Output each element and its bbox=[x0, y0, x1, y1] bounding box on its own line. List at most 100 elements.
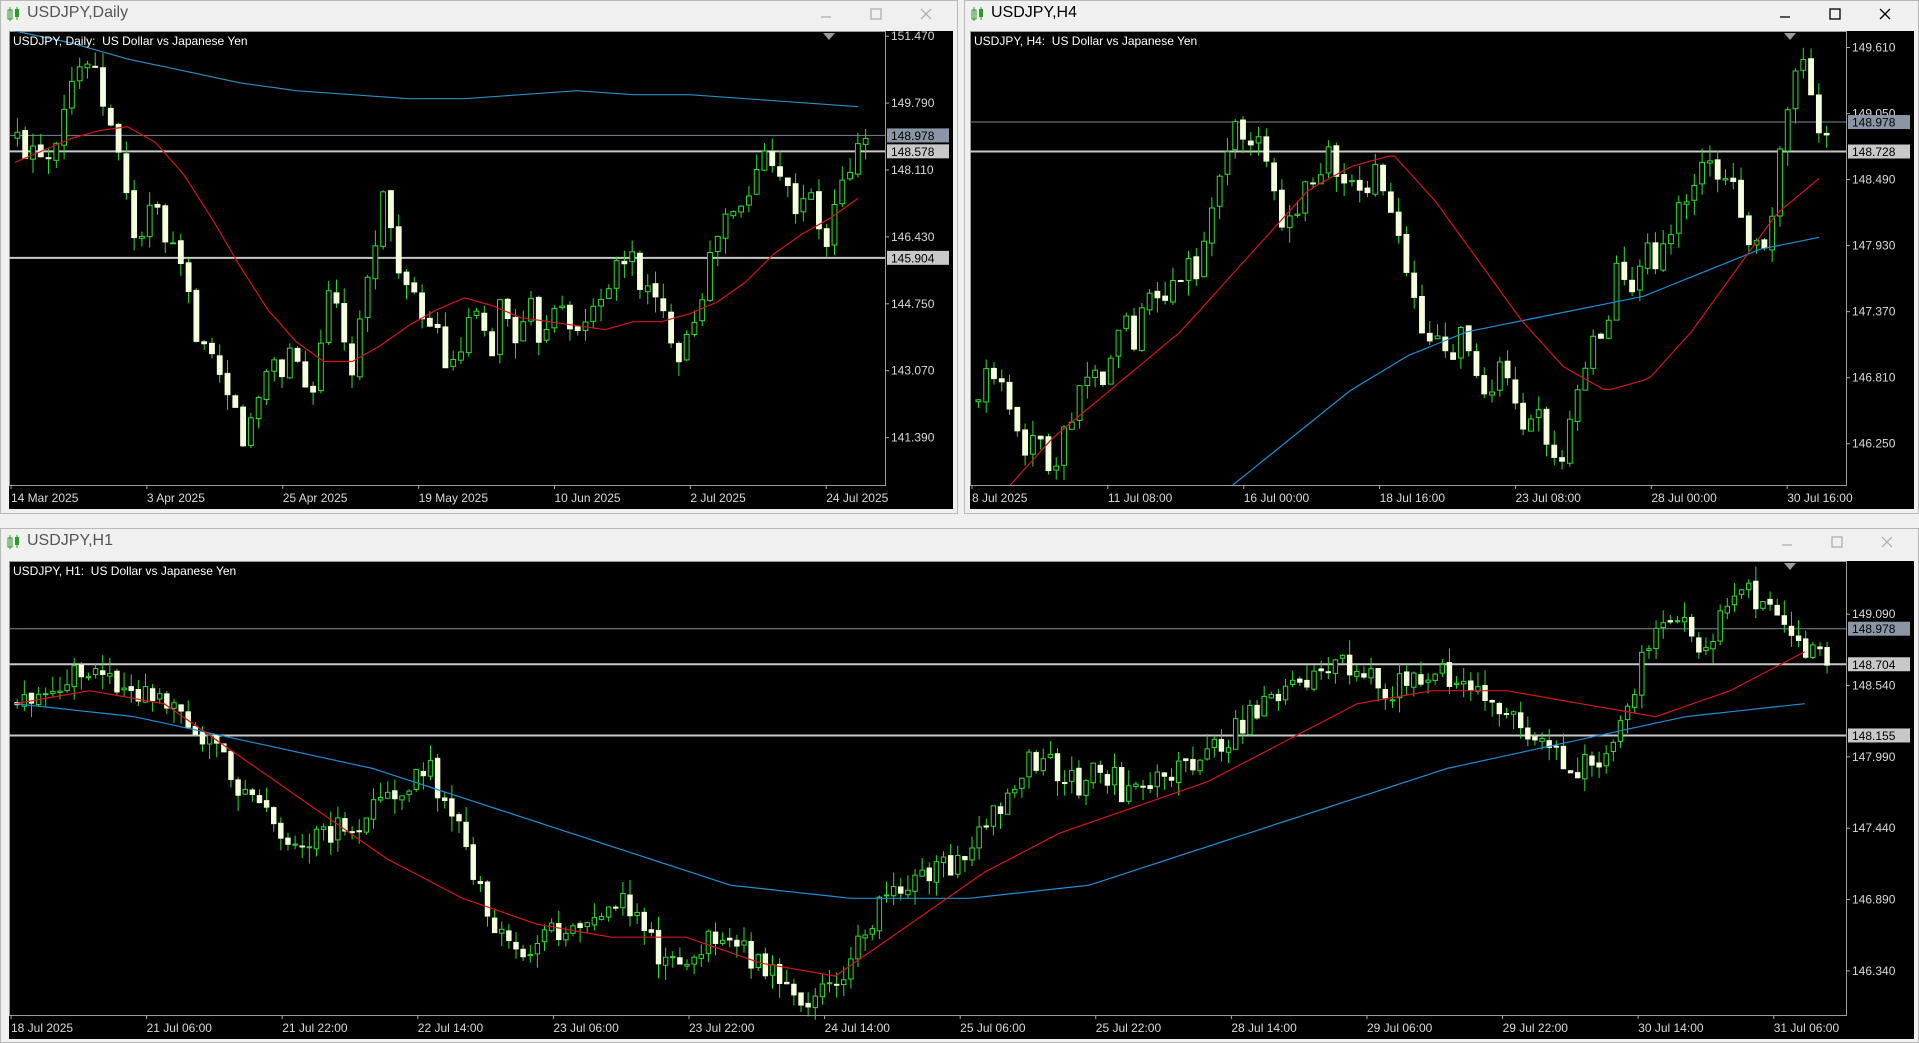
window-titlebar[interactable]: USDJPY,Daily bbox=[1, 1, 957, 27]
candle-body bbox=[1489, 391, 1495, 396]
candle-body bbox=[162, 205, 169, 243]
minimize-icon[interactable] bbox=[1777, 533, 1797, 551]
maximize-icon[interactable] bbox=[866, 5, 886, 23]
window-title: USDJPY,Daily bbox=[27, 4, 129, 21]
time-tick-label: 19 May 2025 bbox=[419, 491, 489, 505]
price-tick-label: 146.890 bbox=[1852, 893, 1896, 907]
candle-body bbox=[1126, 785, 1132, 802]
candle-body bbox=[302, 361, 309, 388]
candle-body bbox=[719, 939, 726, 944]
candle-body bbox=[675, 342, 682, 363]
candle-body bbox=[1092, 369, 1099, 378]
candle-body bbox=[1218, 739, 1225, 752]
time-tick-label: 23 Jul 08:00 bbox=[1515, 491, 1581, 505]
candle-body bbox=[1255, 136, 1262, 144]
window-title: USDJPY,H4 bbox=[991, 4, 1077, 21]
price-tick-label: 151.470 bbox=[891, 31, 935, 43]
candle-body bbox=[1356, 179, 1363, 191]
minimize-icon[interactable] bbox=[816, 5, 836, 23]
candle-body bbox=[1432, 673, 1438, 681]
candle-body bbox=[1802, 638, 1809, 658]
time-tick-label: 18 Jul 2025 bbox=[11, 1021, 73, 1035]
candle-body bbox=[584, 922, 590, 928]
candle-body bbox=[714, 235, 721, 252]
candle-body bbox=[1543, 408, 1550, 445]
candle-body bbox=[598, 916, 605, 920]
maximize-icon[interactable] bbox=[1827, 533, 1847, 551]
candle-body bbox=[1332, 659, 1339, 674]
chart-symbol-label: USDJPY, Daily: US Dollar vs Japanese Yen bbox=[13, 34, 248, 48]
candle-body bbox=[933, 861, 940, 883]
price-chart[interactable]: 149.090 148.540 147.990 147.440 146.890 146.3… bbox=[9, 561, 1914, 1039]
candle-body bbox=[605, 288, 612, 299]
price-tick-label: 144.750 bbox=[891, 297, 935, 311]
candle-body bbox=[1539, 738, 1545, 742]
candle-body bbox=[559, 305, 566, 309]
price-tag-label: 148.978 bbox=[1852, 622, 1896, 636]
window-titlebar[interactable]: USDJPY,H4 bbox=[965, 1, 1918, 27]
candle-body bbox=[84, 63, 91, 69]
maximize-icon[interactable] bbox=[1825, 5, 1845, 23]
candle-body bbox=[403, 271, 410, 286]
candle-body bbox=[1311, 670, 1317, 690]
candle-body bbox=[919, 869, 925, 877]
candle-body bbox=[798, 992, 804, 1006]
window-titlebar[interactable]: USDJPY,H1 bbox=[1, 529, 1918, 555]
candle-body bbox=[1162, 295, 1169, 301]
candle-body bbox=[634, 911, 640, 917]
candle-body bbox=[1339, 654, 1346, 659]
chart-window-h1[interactable]: USDJPY,H1 149.090 148.540 147.990 147.440 14… bbox=[0, 528, 1919, 1043]
candle-body bbox=[78, 664, 85, 678]
candle-body bbox=[1190, 759, 1196, 771]
candle-body bbox=[1808, 58, 1814, 96]
minimize-icon[interactable] bbox=[1775, 5, 1795, 23]
candle-body bbox=[228, 750, 234, 781]
candle-body bbox=[249, 789, 256, 795]
candle-body bbox=[648, 929, 655, 933]
candle-body bbox=[292, 843, 298, 846]
candle-body bbox=[883, 894, 890, 897]
candle-body bbox=[1703, 647, 1709, 651]
price-tick-label: 141.390 bbox=[891, 431, 935, 445]
candle-body bbox=[613, 260, 620, 289]
candle-body bbox=[349, 343, 355, 376]
price-chart[interactable]: 151.470 149.790 148.110 146.430 144.750 143.0… bbox=[9, 31, 953, 509]
candle-body bbox=[543, 328, 550, 341]
candle-body bbox=[1177, 279, 1184, 282]
candle-body bbox=[1674, 620, 1681, 623]
candle-body bbox=[1699, 161, 1706, 185]
candle-body bbox=[1232, 121, 1239, 151]
candle-body bbox=[406, 790, 412, 796]
candle-body bbox=[969, 847, 975, 861]
chart-window-daily[interactable]: USDJPY,Daily 151.470 149.790 148.110 146.43… bbox=[0, 0, 958, 514]
candle-body bbox=[1040, 758, 1046, 772]
close-icon[interactable] bbox=[1875, 5, 1895, 23]
candle-body bbox=[131, 190, 138, 239]
candle-body bbox=[637, 252, 643, 290]
price-chart[interactable]: 149.610 149.050 148.490 147.930 147.370 146.8… bbox=[970, 31, 1914, 509]
candle-body bbox=[1006, 381, 1013, 410]
candle-body bbox=[92, 65, 99, 68]
candle-body bbox=[520, 321, 527, 342]
time-tick-label: 23 Jul 06:00 bbox=[553, 1021, 619, 1035]
candle-body bbox=[1022, 429, 1029, 456]
close-icon[interactable] bbox=[916, 5, 936, 23]
candle-body bbox=[831, 203, 838, 246]
candle-body bbox=[1639, 651, 1645, 696]
candle-body bbox=[499, 928, 505, 934]
time-tick-label: 21 Jul 06:00 bbox=[147, 1021, 213, 1035]
candle-body bbox=[178, 704, 184, 712]
candle-body bbox=[734, 939, 740, 947]
candle-body bbox=[1667, 620, 1674, 623]
candle-body bbox=[641, 911, 647, 932]
candle-body bbox=[313, 828, 320, 850]
candle-body bbox=[1201, 240, 1207, 278]
candle-body bbox=[1668, 234, 1674, 245]
candle-body bbox=[1800, 59, 1807, 71]
candle-body bbox=[1247, 140, 1254, 146]
candle-body bbox=[286, 347, 293, 379]
candle-body bbox=[1442, 336, 1449, 352]
chart-window-h4[interactable]: USDJPY,H4 149.610 149.050 148.490 147.930 14… bbox=[964, 0, 1919, 514]
close-icon[interactable] bbox=[1877, 533, 1897, 551]
candle-body bbox=[419, 292, 425, 320]
